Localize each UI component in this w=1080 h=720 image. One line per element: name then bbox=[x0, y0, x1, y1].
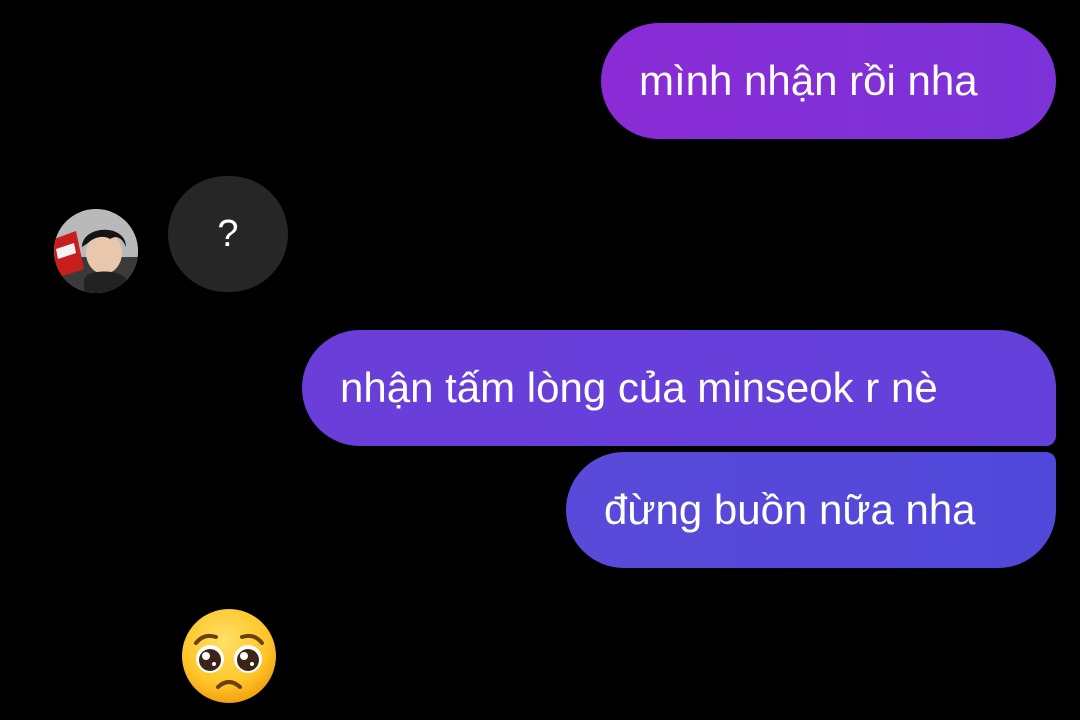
avatar-photo bbox=[54, 209, 138, 293]
message-text: mình nhận rồi nha bbox=[639, 57, 978, 104]
outgoing-message-bubble[interactable]: mình nhận rồi nha bbox=[601, 23, 1056, 139]
outgoing-message-bubble[interactable]: đừng buồn nữa nha bbox=[566, 452, 1056, 568]
incoming-message-bubble[interactable]: ? bbox=[168, 176, 288, 292]
contact-avatar[interactable] bbox=[54, 209, 138, 293]
message-text: nhận tấm lòng của minseok r nè bbox=[340, 364, 938, 411]
pleading-face-icon bbox=[182, 609, 276, 703]
pleading-face-emoji[interactable] bbox=[180, 607, 278, 705]
chat-thread: mình nhận rồi nha ? nhận tấm lòng của mi… bbox=[0, 0, 1080, 720]
message-text: đừng buồn nữa nha bbox=[604, 486, 976, 533]
message-text: ? bbox=[217, 212, 239, 255]
outgoing-message-bubble[interactable]: nhận tấm lòng của minseok r nè bbox=[302, 330, 1056, 446]
